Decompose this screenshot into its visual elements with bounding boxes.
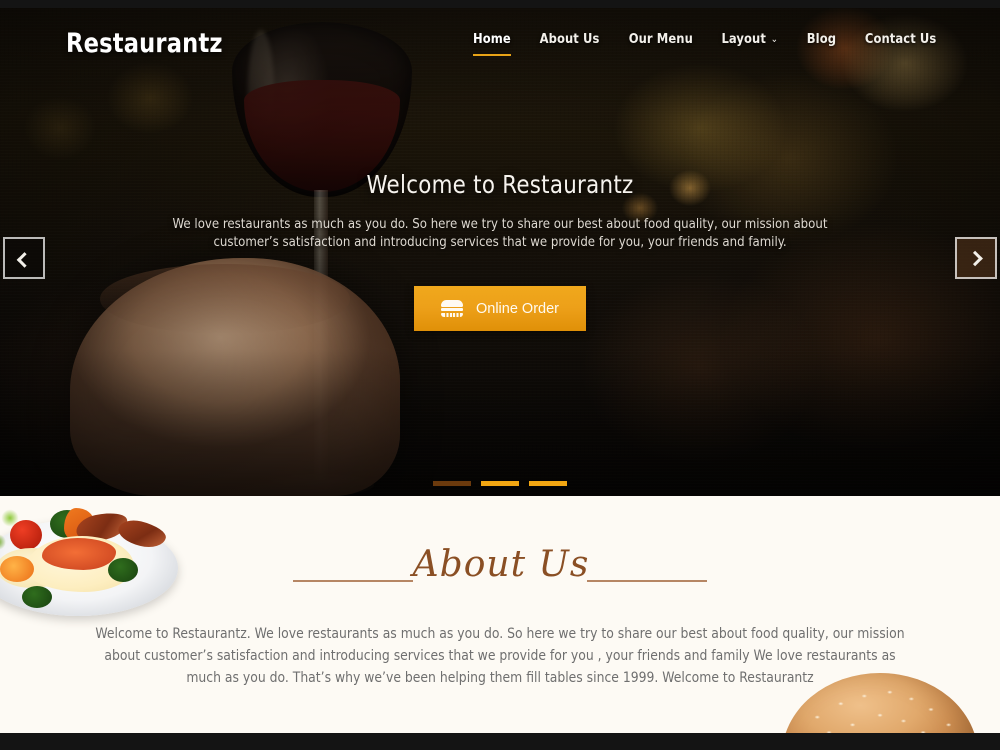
nav-item-our-menu[interactable]: Our Menu <box>628 31 692 56</box>
about-title: About Us <box>412 544 590 585</box>
main-navigation: Home About Us Our Menu Layout ⌄ Blog Cont… <box>472 31 938 56</box>
nav-item-about-us[interactable]: About Us <box>539 31 599 56</box>
browser-top-bar <box>0 0 1000 8</box>
nav-item-layout[interactable]: Layout ⌄ <box>722 31 779 56</box>
slider-dot-3[interactable] <box>529 481 567 486</box>
nav-label-about-us: About Us <box>539 30 600 47</box>
nav-item-home[interactable]: Home <box>472 30 511 56</box>
slider-dot-1[interactable] <box>433 481 471 486</box>
burger-icon <box>440 300 463 317</box>
nav-item-blog[interactable]: Blog <box>807 31 836 56</box>
site-logo[interactable]: Restaurantz <box>66 28 223 59</box>
hero-overlay <box>0 8 1000 496</box>
about-section: About Us Welcome to Restaurantz. We love… <box>0 496 1000 733</box>
nav-item-contact-us[interactable]: Contact Us <box>865 31 936 56</box>
browser-bottom-bar <box>0 733 1000 750</box>
hero-content: Welcome to Restaurantz We love restauran… <box>0 170 1000 251</box>
hero-description: We love restaurants as much as you do. S… <box>172 216 828 250</box>
about-body-text: Welcome to Restaurantz. We love restaura… <box>95 626 905 686</box>
heading-rule-right <box>587 579 708 582</box>
nav-label-contact-us: Contact Us <box>864 30 937 47</box>
nav-label-our-menu: Our Menu <box>628 30 693 47</box>
slider-dot-2[interactable] <box>481 481 519 486</box>
online-order-label: Online Order <box>475 300 559 317</box>
plate-of-food-image <box>0 496 186 616</box>
nav-label-layout: Layout <box>721 30 767 47</box>
online-order-button[interactable]: Online Order <box>414 286 586 331</box>
chevron-left-icon <box>16 251 32 268</box>
nav-label-home: Home <box>472 30 511 47</box>
heading-rule-left <box>292 579 413 582</box>
slider-next-button[interactable] <box>955 237 997 279</box>
hero-title: Welcome to Restaurantz <box>366 170 634 199</box>
slider-pagination <box>0 481 1000 486</box>
chevron-down-icon[interactable]: ⌄ <box>771 34 778 45</box>
nav-label-blog: Blog <box>806 30 836 47</box>
hero-slider <box>0 8 1000 496</box>
slider-prev-button[interactable] <box>3 237 45 279</box>
site-header: Restaurantz Home About Us Our Menu Layou… <box>0 8 1000 78</box>
chevron-right-icon <box>966 250 983 266</box>
